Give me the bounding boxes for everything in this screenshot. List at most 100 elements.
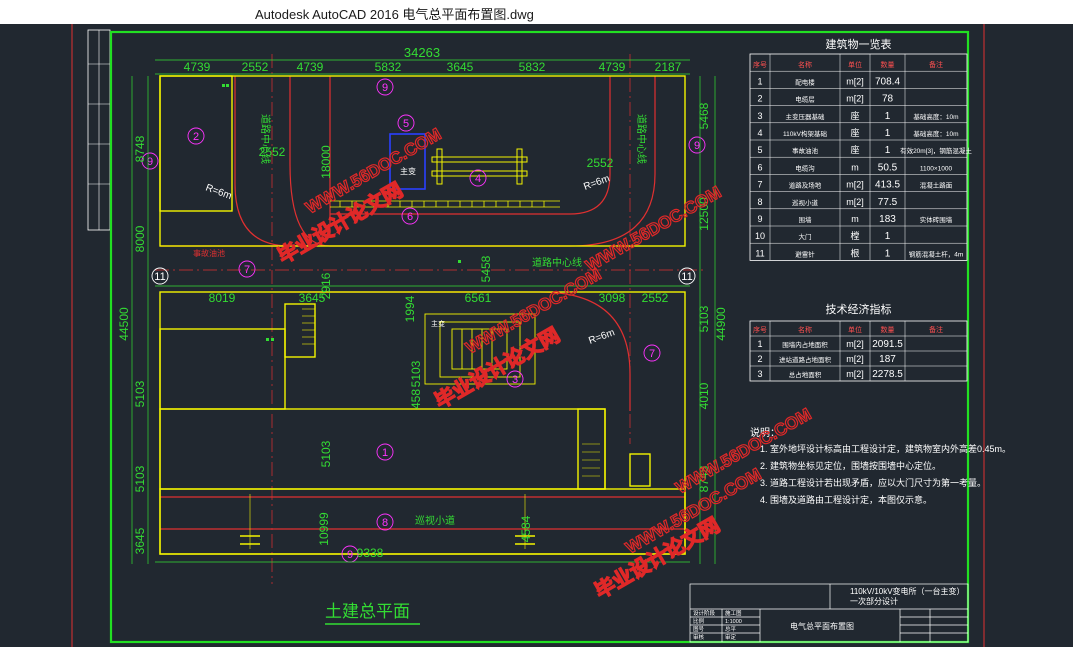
table-header: 序号	[753, 325, 767, 334]
table-cell: 4	[757, 128, 762, 138]
table-cell: 1	[885, 111, 891, 122]
table-cell: 2278.5	[872, 369, 903, 380]
dim-left: 8000	[133, 225, 147, 252]
table-cell: 事故油池	[792, 146, 819, 155]
table-cell: 6	[757, 162, 762, 172]
table-header: 备注	[929, 60, 943, 69]
oil-pool-label: 主变	[400, 166, 416, 176]
table-cell: 183	[879, 214, 896, 225]
dim-left: 44500	[117, 307, 131, 341]
table-cell: 混凝土路面	[920, 181, 953, 190]
table-cell: 1	[885, 145, 891, 156]
table-cell: 708.4	[875, 76, 900, 87]
dim-middle: 2916	[319, 272, 333, 299]
table-header: 单位	[848, 325, 862, 334]
table-cell: 围墙内占地面积	[782, 340, 828, 349]
table-cell: 基础高度：10m	[913, 112, 958, 121]
note-item: 1. 室外地坪设计标高由工程设计定，建筑物室内外高差0.45m。	[760, 443, 1011, 454]
dim-top: 4739	[297, 60, 324, 74]
table-cell: 413.5	[875, 180, 900, 191]
table-cell: 1	[885, 231, 891, 242]
window-titlebar: Autodesk AutoCAD 2016 电气总平面布置图.dwg	[0, 0, 1073, 25]
tb-row-value: 审定	[725, 633, 737, 641]
table-cell: 围墙	[799, 215, 813, 224]
window-title: Autodesk AutoCAD 2016 电气总平面布置图.dwg	[255, 7, 534, 22]
table-cell: 主变压器基础	[786, 112, 826, 121]
radius-label-3: R=6m	[587, 327, 616, 347]
circle-number: 7	[244, 264, 250, 276]
table-title: 技术经济指标	[826, 302, 892, 316]
tb-project2: 一次部分设计	[850, 596, 898, 606]
dim-middle: 5103	[409, 360, 423, 387]
patrol-road-label: 巡视小道	[415, 514, 455, 527]
table-cell: 根	[850, 247, 859, 258]
table-cell: m[2]	[846, 339, 864, 349]
circle-number: 9	[694, 140, 700, 152]
table-cell: 11	[755, 248, 764, 258]
dim-middle: 1994	[403, 295, 417, 322]
table-cell: 10	[755, 231, 765, 241]
table-cell: m[2]	[846, 76, 864, 86]
dim-right: 5468	[697, 102, 711, 129]
table-cell: 1100×1000	[920, 165, 953, 172]
plan-title: 土建总平面	[325, 602, 410, 621]
dim-middle: 5458	[479, 255, 493, 282]
table-cell: 巡视小道	[792, 198, 819, 207]
cad-drawing[interactable]: 主变 主变 92546711 113189997 4739 2552 4739 5832…	[0, 24, 1073, 647]
table-cell: 樘	[850, 230, 859, 241]
table-cell: 187	[879, 354, 896, 365]
dim-middle: 10999	[317, 512, 331, 546]
dim-middle: 4584	[519, 515, 533, 542]
table-cell: 大门	[799, 232, 812, 241]
table-header: 单位	[848, 60, 862, 69]
table-cell: 总占地面积	[789, 370, 822, 379]
road-center-v1: 道路中心线	[259, 114, 272, 164]
table-cell: 配电楼	[795, 77, 815, 86]
circle-number: 11	[681, 271, 692, 283]
watermarks: 毕业设计论文网毕业设计论文网毕业设计论文网WWW.56DOC.COMWWW.56…	[273, 124, 815, 604]
table-cell: 2	[757, 354, 762, 364]
circle-number: 4	[475, 173, 481, 185]
dim-right: 44900	[714, 307, 728, 341]
tb-row-label: 图号	[693, 625, 705, 633]
table-title: 建筑物一览表	[826, 37, 892, 51]
dim-middle: 6561	[465, 291, 492, 305]
table-cell: m	[851, 162, 859, 172]
tb-row-label: 审核	[693, 633, 705, 641]
dim-right: 4010	[697, 382, 711, 409]
circle-number: 9	[382, 82, 388, 94]
dim-top: 2552	[242, 60, 269, 74]
dim-top: 4739	[599, 60, 626, 74]
table-cell: 道路及场地	[789, 181, 822, 190]
table-cell: 1	[885, 248, 891, 259]
radius-label-2: R=6m	[582, 173, 611, 193]
road-center-v2: 道路中心线	[635, 114, 648, 164]
dim-top: 3645	[447, 60, 474, 74]
table-cell: m	[851, 214, 859, 224]
circle-number: 5	[403, 118, 409, 130]
dim-top: 4739	[184, 60, 211, 74]
dim-middle: 2552	[642, 291, 669, 305]
dim-left: 3645	[133, 527, 147, 554]
dim-middle: 8019	[209, 291, 236, 305]
circle-number: 2	[193, 131, 199, 143]
table-cell: 5	[757, 145, 762, 155]
building-table: 建筑物一览表序号 名称 单位 数量 备注1 配电楼 m[2] 708.42 电缆层 m[2] 783…	[749, 37, 972, 261]
table-header: 备注	[929, 325, 943, 334]
table-cell: 1	[757, 76, 762, 86]
tech-econ-table: 技术经济指标序号 名称 单位 数量 备注 1 围墙内占地面积 m[2] 2091.5 2 进站道路占…	[749, 302, 968, 382]
tb-drawing: 电气总平面布置图	[790, 621, 854, 631]
circle-number: 1	[382, 447, 388, 459]
drawing-canvas[interactable]: 主变 主变 9 2 5 4 6 7 11 11 3 1 8 9 9 9 7 4739 2552 4739 5832…	[0, 24, 1073, 647]
table-header: 名称	[798, 60, 812, 69]
table-cell: 电缆层	[795, 95, 815, 104]
tb-row-value: 总平	[725, 625, 737, 633]
dim-middle: 18000	[319, 145, 333, 179]
table-cell: 8	[757, 197, 762, 207]
table-header: 数量	[881, 60, 895, 69]
dim-middle: 3098	[599, 291, 626, 305]
table-cell: m[2]	[846, 180, 864, 190]
table-cell: m[2]	[846, 94, 864, 104]
tb-row-label: 比例	[693, 617, 705, 625]
table-cell: 2091.5	[872, 339, 903, 350]
